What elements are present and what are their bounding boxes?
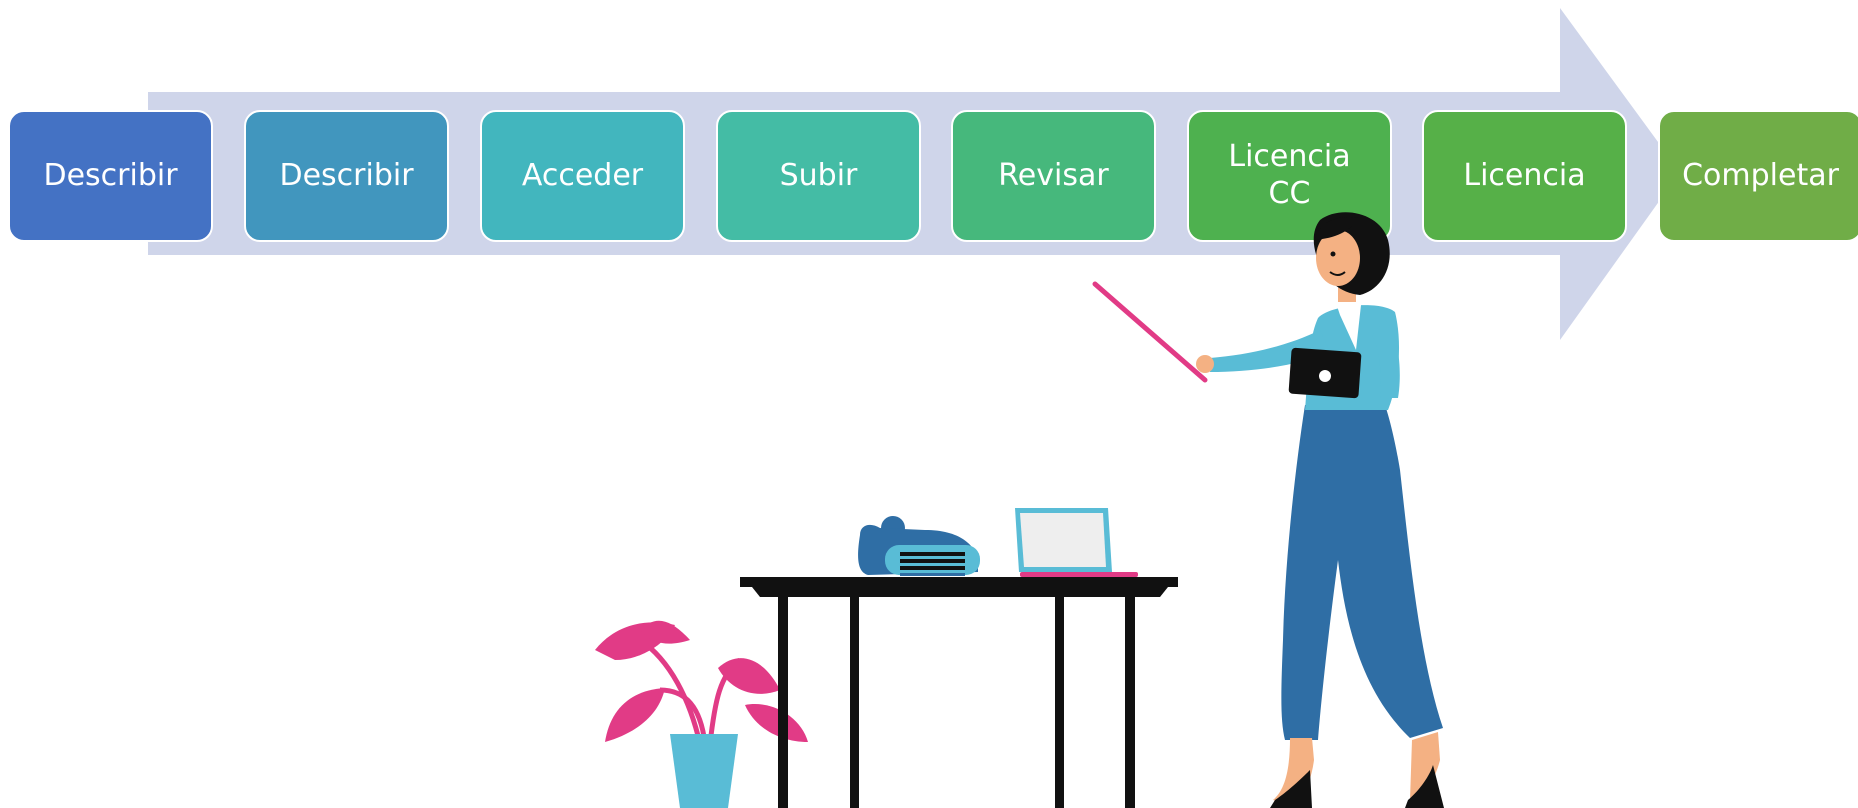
projector-icon xyxy=(858,516,980,576)
presenter-woman-icon xyxy=(1092,212,1444,808)
table-icon xyxy=(740,577,1178,808)
plant-icon xyxy=(595,620,808,808)
presenter-illustration xyxy=(595,212,1444,808)
laptop-icon xyxy=(1015,508,1138,577)
